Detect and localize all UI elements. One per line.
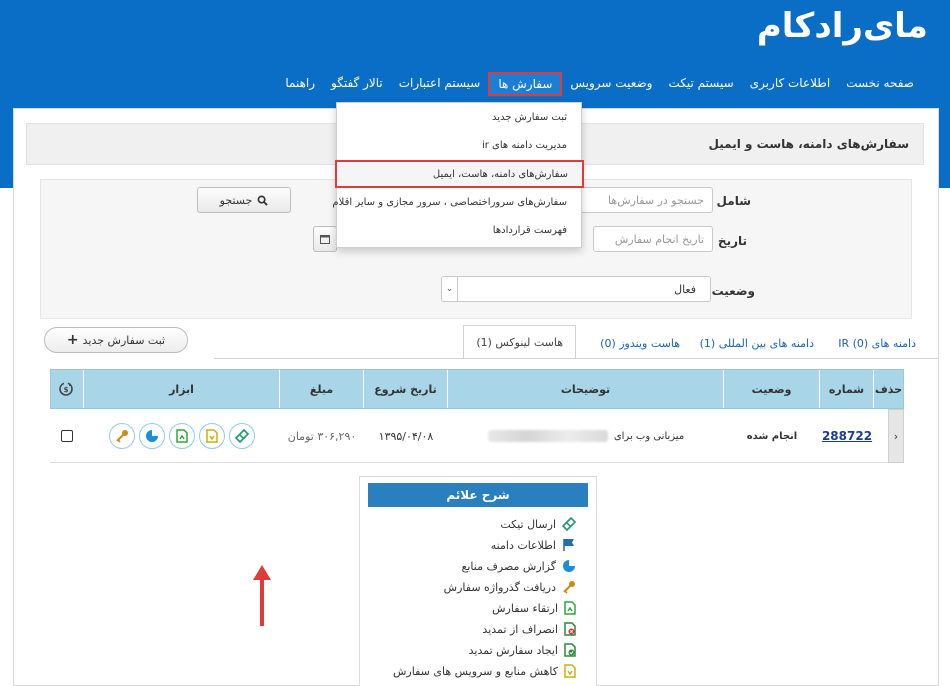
icon-legend: شرح علائم ارسال تیکت اطلاعات دامنه گزارش… <box>359 476 597 686</box>
legend-item: اطلاعات دامنه <box>491 536 576 554</box>
col-description: توضیحات <box>447 370 723 408</box>
plus-icon: + <box>66 332 79 348</box>
col-amount: مبلغ <box>279 370 363 408</box>
orders-table: حذف شماره وضعیت توضیحات تاریخ شروع مبلغ … <box>50 369 904 463</box>
new-order-button[interactable]: ثبت سفارش جدید + <box>44 327 188 353</box>
search-icon <box>257 195 269 206</box>
nav-forum[interactable]: تالار گفتگو <box>323 72 391 96</box>
ticket-icon <box>235 429 249 443</box>
annotation-arrow-icon <box>253 565 271 626</box>
col-tools: ابزار <box>83 370 279 408</box>
pie-chart-icon <box>563 560 575 572</box>
key-icon <box>563 581 575 594</box>
date-input[interactable]: تاریخ انجام سفارش <box>593 226 713 252</box>
downgrade-button[interactable] <box>199 423 225 449</box>
legend-label: گزارش مصرف منابع <box>461 559 556 573</box>
legend-label: اطلاعات دامنه <box>490 538 556 552</box>
blurred-domain <box>487 430 608 442</box>
resource-report-button[interactable] <box>139 423 165 449</box>
status-label: وضعیت <box>711 284 755 298</box>
tab-linux-hosting[interactable]: هاست لینوکس (1) <box>463 325 576 359</box>
row-expand-handle[interactable]: ‹ <box>888 409 904 463</box>
cancel-renew-icon <box>564 622 576 636</box>
calendar-icon <box>320 235 330 244</box>
refresh-column[interactable]: $ <box>49 370 83 408</box>
order-amount: ۳۰۶,۲۹۰ تومان <box>287 429 357 443</box>
tab-windows-hosting[interactable]: هاست ویندوز (0) <box>590 329 690 359</box>
svg-text:$: $ <box>64 386 69 394</box>
pie-chart-icon <box>146 430 158 442</box>
send-ticket-button[interactable] <box>229 423 255 449</box>
col-start-date: تاریخ شروع <box>363 370 447 408</box>
order-description: میزبانی وب برای <box>448 409 724 463</box>
legend-item: دریافت گذرواژه سفارش <box>444 578 576 596</box>
include-label: شامل <box>716 194 751 208</box>
col-status: وضعیت <box>723 370 819 408</box>
calendar-button[interactable] <box>313 226 337 252</box>
upgrade-button[interactable] <box>169 423 195 449</box>
upgrade-doc-icon <box>176 429 188 443</box>
description-text: میزبانی وب برای <box>613 430 685 442</box>
get-password-button[interactable] <box>109 423 135 449</box>
menu-item-new-order[interactable]: ثبت سفارش جدید <box>337 105 581 133</box>
legend-item: ارسال تیکت <box>500 515 576 533</box>
legend-item: گزارش مصرف منابع <box>462 557 576 575</box>
chevron-down-icon: ⌄ <box>442 277 458 301</box>
table-row[interactable]: ‹ 288722 انجام شده میزبانی وب برای ۱۳۹۵/… <box>50 409 904 463</box>
main-nav: صفحه نخست اطلاعات کاربری سیستم تیکت وضعی… <box>277 72 922 96</box>
legend-item: انصراف از تمدید <box>482 620 576 638</box>
status-select-value: فعال <box>674 283 696 296</box>
legend-item: کاهش منابع و سرویس های سفارش <box>393 662 576 680</box>
legend-item: ایجاد سفارش تمدید <box>469 641 576 659</box>
legend-label: کاهش منابع و سرویس های سفارش <box>392 664 558 678</box>
order-status: انجام شده <box>746 430 798 442</box>
tab-ir-domains[interactable]: دامنه های IR (0) <box>828 329 926 359</box>
row-select-checkbox[interactable] <box>61 430 73 442</box>
nav-help[interactable]: راهنما <box>277 72 323 96</box>
menu-item-servers[interactable]: سفارش‌های سروراختصاصی ، سرور مجازی و سای… <box>332 190 581 218</box>
legend-title: شرح علائم <box>368 483 588 507</box>
tab-intl-domains[interactable]: دامنه های بین المللی (1) <box>690 329 824 359</box>
order-start-date: ۱۳۹۵/۰۴/۰۸ <box>378 429 434 443</box>
tools-cell <box>84 409 280 463</box>
renew-doc-icon <box>564 643 576 657</box>
nav-ticket-system[interactable]: سیستم تیکت <box>660 72 741 96</box>
legend-label: ارسال تیکت <box>500 517 556 531</box>
order-number-link[interactable]: 288722 <box>822 429 872 443</box>
brand-logo[interactable]: مای‌رادکام <box>757 6 928 46</box>
new-order-label: ثبت سفارش جدید <box>82 333 166 347</box>
ticket-icon <box>562 517 576 531</box>
col-delete: حذف <box>873 370 903 408</box>
status-select[interactable]: فعال ⌄ <box>441 276 711 302</box>
date-label: تاریخ <box>717 234 747 248</box>
legend-label: ایجاد سفارش تمدید <box>468 643 558 657</box>
tab-divider <box>214 358 938 359</box>
legend-label: انصراف از تمدید <box>482 622 558 636</box>
nav-credit-system[interactable]: سیستم اعتبارات <box>391 72 489 96</box>
menu-item-ir-domains[interactable]: مدیریت دامنه های ir <box>337 133 581 161</box>
orders-dropdown-menu: ثبت سفارش جدید مدیریت دامنه های ir سفارش… <box>332 102 584 248</box>
nav-service-status[interactable]: وضعیت سرویس <box>562 72 660 96</box>
nav-user-info[interactable]: اطلاعات کاربری <box>742 72 839 96</box>
upgrade-doc-icon <box>564 601 576 615</box>
search-button[interactable]: جستجو <box>197 187 291 213</box>
legend-label: ارتقاء سفارش <box>492 601 558 615</box>
downgrade-doc-icon <box>206 429 218 443</box>
col-number: شماره <box>819 370 873 408</box>
table-header: حذف شماره وضعیت توضیحات تاریخ شروع مبلغ … <box>50 369 904 409</box>
flag-icon <box>563 539 574 551</box>
legend-item: ارتقاء سفارش <box>492 599 576 617</box>
key-icon <box>116 430 128 443</box>
page-title: سفارش‌های دامنه، هاست و ایمیل <box>708 137 909 151</box>
nav-home[interactable]: صفحه نخست <box>838 72 922 96</box>
refresh-icon[interactable]: $ <box>58 381 74 397</box>
menu-item-contracts[interactable]: فهرست قراردادها <box>337 218 581 246</box>
search-button-label: جستجو <box>219 193 253 207</box>
legend-label: دریافت گذرواژه سفارش <box>443 580 556 594</box>
downgrade-doc-icon <box>564 664 576 678</box>
nav-orders[interactable]: سفارش ها <box>488 72 563 96</box>
menu-item-domain-host-email[interactable]: سفارش‌های دامنه، هاست، ایمیل <box>335 160 584 188</box>
